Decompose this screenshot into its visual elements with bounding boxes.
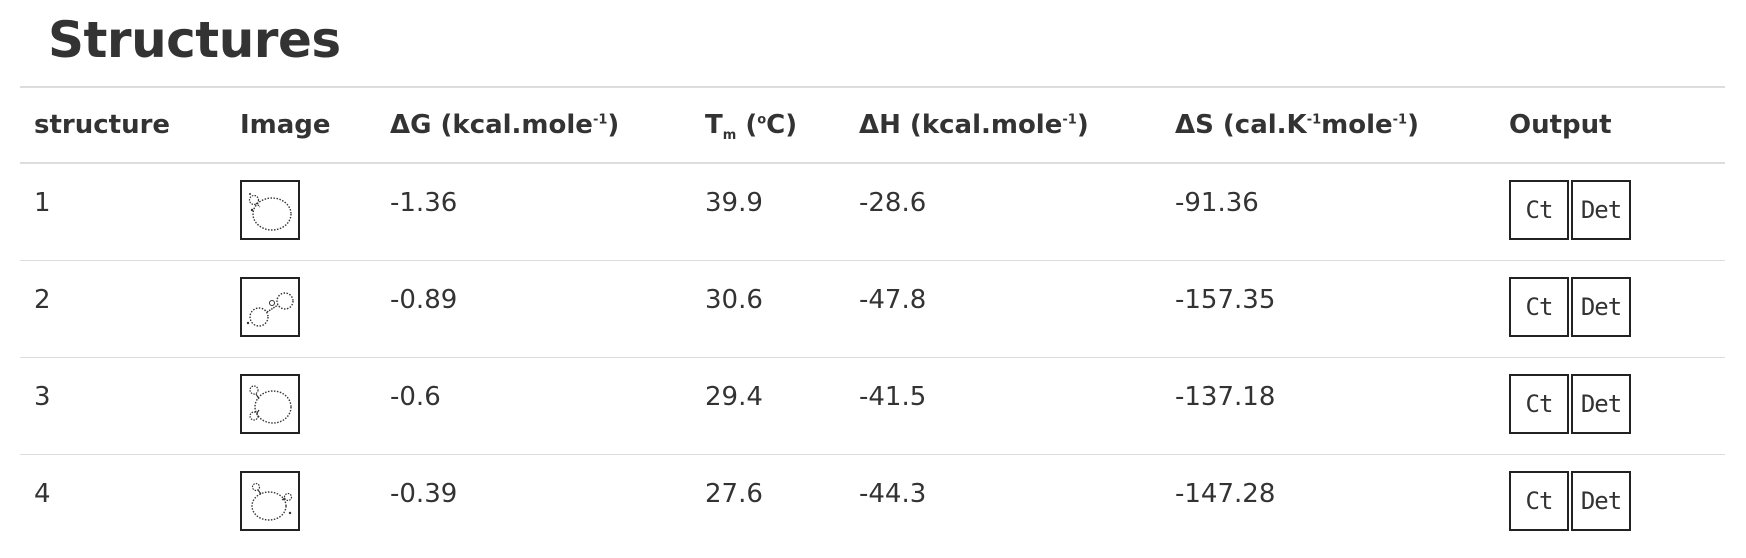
header-delta-g: ΔG (kcal.mole-1)	[376, 86, 691, 164]
header-delta-s: ΔS (cal.K-1mole-1)	[1161, 86, 1495, 164]
delta-g-value: -1.36	[376, 162, 691, 260]
det-output-button[interactable]: Det	[1571, 180, 1631, 240]
tm-value: 27.6	[691, 453, 845, 551]
ct-output-button[interactable]: Ct	[1509, 373, 1569, 434]
header-output: Output	[1495, 86, 1725, 164]
delta-s-value: -91.36	[1161, 162, 1495, 260]
structure-number: 4	[20, 453, 226, 551]
ct-output-button[interactable]: Ct	[1509, 276, 1569, 337]
header-tm: Tm (oC)	[691, 86, 845, 164]
header-delta-h: ΔH (kcal.mole-1)	[845, 86, 1161, 164]
delta-g-value: -0.39	[376, 453, 691, 551]
page-title: Structures	[48, 11, 341, 69]
rna-structure-3-thumbnail-icon	[249, 384, 292, 424]
ct-output-button[interactable]: Ct	[1509, 180, 1569, 240]
delta-g-value: -0.89	[376, 259, 691, 357]
tm-value: 39.9	[691, 162, 845, 260]
det-output-button[interactable]: Det	[1571, 276, 1631, 337]
table-row: 3 -0.6 29.4 -41.5 -137.18 Ct Det	[20, 356, 1725, 454]
tm-value: 29.4	[691, 356, 845, 454]
delta-s-value: -137.18	[1161, 356, 1495, 454]
delta-h-value: -44.3	[845, 453, 1161, 551]
tm-value: 30.6	[691, 259, 845, 357]
delta-h-value: -47.8	[845, 259, 1161, 357]
structure-thumbnail[interactable]	[240, 373, 300, 434]
rna-structure-1-thumbnail-icon	[248, 193, 292, 231]
delta-h-value: -28.6	[845, 162, 1161, 260]
header-structure: structure	[20, 86, 226, 164]
det-output-button[interactable]: Det	[1571, 470, 1631, 531]
structure-number: 2	[20, 259, 226, 357]
structure-number: 3	[20, 356, 226, 454]
structures-table: structure Image ΔG (kcal.mole-1) Tm (oC)…	[20, 86, 1725, 551]
det-output-button[interactable]: Det	[1571, 373, 1631, 434]
rna-structure-2-thumbnail-icon	[246, 291, 294, 327]
table-row: 2 -0.89 30.6 -47.8 -157.35 Ct Det	[20, 259, 1725, 357]
delta-g-value: -0.6	[376, 356, 691, 454]
table-row: 1 -1.36 39.9 -28.6 -91.36 Ct Det	[20, 162, 1725, 260]
delta-h-value: -41.5	[845, 356, 1161, 454]
structure-thumbnail[interactable]	[240, 276, 300, 337]
table-row: 4 -0.39 27.6 -44.3 -147.28 Ct Det	[20, 453, 1725, 551]
structure-number: 1	[20, 162, 226, 260]
delta-s-value: -147.28	[1161, 453, 1495, 551]
structure-thumbnail[interactable]	[240, 470, 300, 531]
structure-thumbnail[interactable]	[240, 180, 300, 240]
header-image: Image	[226, 86, 376, 164]
delta-s-value: -157.35	[1161, 259, 1495, 357]
table-header-row: structure Image ΔG (kcal.mole-1) Tm (oC)…	[20, 86, 1725, 164]
rna-structure-4-thumbnail-icon	[251, 482, 293, 521]
ct-output-button[interactable]: Ct	[1509, 470, 1569, 531]
